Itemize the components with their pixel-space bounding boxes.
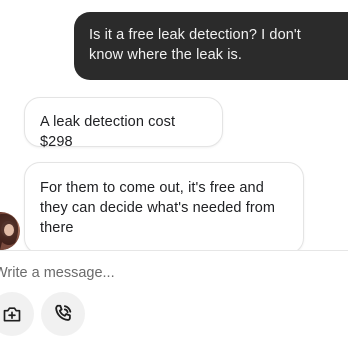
message-composer [0,251,348,348]
phone-call-icon [52,303,74,325]
add-photo-camera-icon [2,304,22,324]
message-text: Is it a free leak detection? I don't kno… [89,27,301,63]
call-button[interactable] [41,292,85,336]
avatar[interactable] [0,212,20,250]
message-text: For them to come out, it's free and they… [40,180,276,236]
add-photo-button[interactable] [0,292,34,336]
conversation-thread: Is it a free leak detection? I don't kno… [0,0,348,250]
message-input[interactable] [0,262,334,284]
message-text: A leak detection cost $298 [40,114,176,150]
incoming-message-bubble: A leak detection cost $298 [24,97,223,150]
outgoing-message-bubble: Is it a free leak detection? I don't kno… [74,12,348,80]
incoming-message-bubble: For them to come out, it's free and they… [24,162,304,250]
